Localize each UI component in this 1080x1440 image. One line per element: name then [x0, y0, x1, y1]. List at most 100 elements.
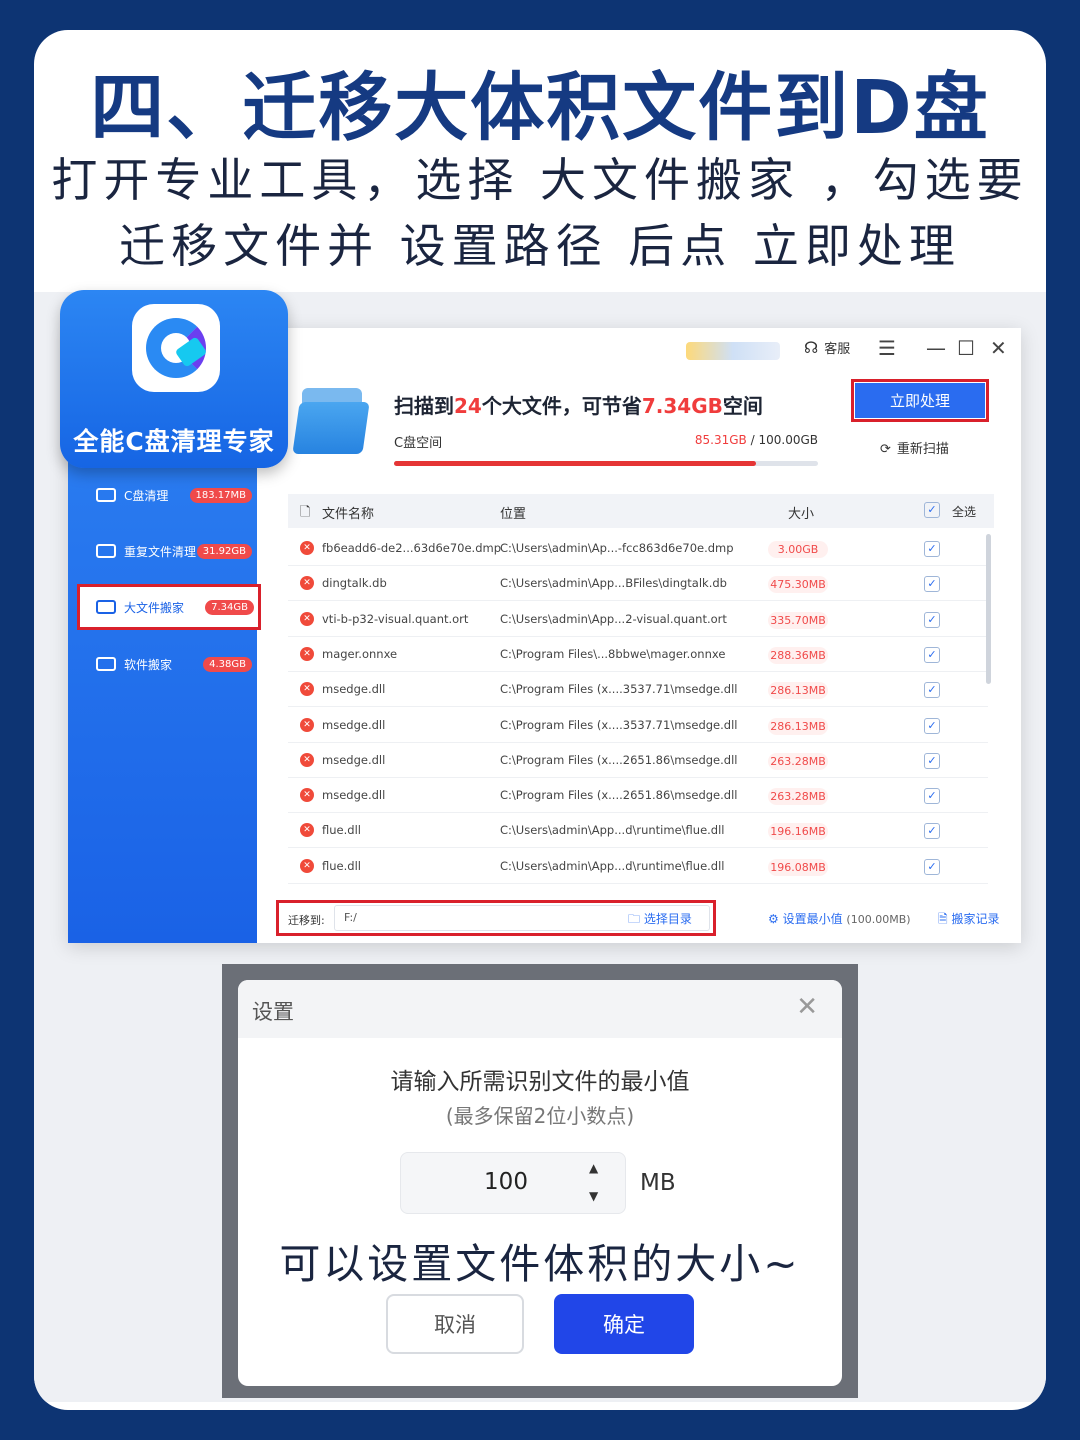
- file-location: C:\Program Files\...8bbwe\mager.onnxe: [500, 646, 726, 661]
- row-checkbox[interactable]: ✓: [924, 752, 940, 769]
- table-scrollbar[interactable]: [986, 534, 991, 684]
- c-disk-label: C盘空间: [394, 436, 443, 451]
- remove-icon[interactable]: ✕: [300, 541, 314, 555]
- close-icon[interactable]: ✕: [990, 336, 1007, 360]
- customer-service-button[interactable]: ☊ 客服: [804, 338, 850, 357]
- record-icon: 🗎: [938, 912, 952, 926]
- file-location: C:\Program Files (x....3537.71\msedge.dl…: [500, 717, 738, 732]
- file-size: 3.00GB: [768, 541, 828, 558]
- row-checkbox[interactable]: ✓: [924, 576, 940, 593]
- remove-icon[interactable]: ✕: [300, 717, 314, 732]
- table-row[interactable]: ✕ flue.dll C:\Users\admin\App...d\runtime\…: [288, 813, 988, 849]
- disk-icon: [96, 488, 116, 502]
- file-location: C:\Program Files (x....3537.71\msedge.dl…: [500, 682, 738, 697]
- sidebar-item-duplicates[interactable]: 重复文件清理 31.92GB: [92, 536, 256, 566]
- file-name: msedge.dll: [322, 752, 386, 767]
- file-name: flue.dll: [322, 823, 361, 838]
- sidebar-badge: 183.17MB: [189, 487, 252, 503]
- table-row[interactable]: ✕ msedge.dll C:\Program Files (x....3537.7…: [288, 672, 988, 708]
- file-location: C:\Users\admin\Ap...-fcc863d6e70e.dmp: [500, 541, 734, 555]
- table-row[interactable]: ✕ msedge.dll C:\Program Files (x....2651.8…: [288, 778, 988, 814]
- dialog-question: 请输入所需识别文件的最小值: [390, 1069, 690, 1095]
- table-row[interactable]: ✕ msedge.dll C:\Program Files (x....2651.8…: [288, 743, 988, 778]
- file-name: mager.onnxe: [322, 646, 398, 661]
- rescan-button[interactable]: ⟳ 重新扫描: [880, 438, 949, 457]
- file-name: msedge.dll: [322, 682, 386, 697]
- dialog-hint: (最多保留2位小数点): [445, 1104, 635, 1128]
- remove-icon[interactable]: ✕: [300, 611, 314, 626]
- dialog-caption: 可以设置文件体积的大小~: [279, 1240, 801, 1288]
- row-checkbox[interactable]: ✓: [924, 682, 940, 699]
- sidebar-badge: 4.38GB: [203, 656, 252, 672]
- confirm-button[interactable]: 确定: [554, 1294, 694, 1354]
- duplicate-icon: [96, 544, 116, 558]
- col-name: 文件名称: [322, 507, 375, 522]
- select-all-label: 全选: [952, 505, 977, 519]
- file-location: C:\Program Files (x....2651.86\msedge.dl…: [500, 788, 738, 803]
- file-name: dingtalk.db: [322, 576, 387, 591]
- row-checkbox[interactable]: ✓: [924, 717, 940, 734]
- blurred-user-info: [686, 342, 780, 360]
- file-size: 335.70MB: [768, 611, 828, 629]
- table-row[interactable]: ✕ vti-b-p32-visual.quant.ort C:\Users\admi…: [288, 602, 988, 637]
- scan-summary: 扫描到24个大文件，可节省7.34GB空间: [394, 394, 763, 418]
- min-value-display: (100.00MB): [846, 913, 911, 926]
- table-row[interactable]: ✕ msedge.dll C:\Program Files (x....3537.7…: [288, 708, 988, 743]
- menu-icon[interactable]: ☰: [878, 336, 896, 360]
- file-size: 263.28MB: [768, 788, 828, 806]
- subtitle-line-1: 打开专业工具，选择 大文件搬家 ，勾选要: [51, 153, 1029, 207]
- set-min-value-button[interactable]: ⚙ 设置最小值 (100.00MB): [768, 910, 911, 927]
- move-record-button[interactable]: 🗎 搬家记录: [938, 910, 999, 931]
- remove-icon[interactable]: ✕: [300, 752, 314, 767]
- row-checkbox[interactable]: ✓: [924, 788, 940, 805]
- app-logo-tile: 全能C盘清理专家: [60, 290, 288, 468]
- subtitle-line-2: 迁移文件并 设置路径 后点 立即处理: [119, 219, 961, 273]
- file-location: C:\Users\admin\App...2-visual.quant.ort: [500, 611, 727, 626]
- app-name: 全能C盘清理专家: [73, 427, 275, 456]
- sidebar-item-software-move[interactable]: 软件搬家 4.38GB: [92, 649, 256, 679]
- file-location: C:\Users\admin\App...BFiles\dingtalk.db: [500, 576, 727, 591]
- maximize-icon[interactable]: ☐: [957, 336, 975, 360]
- remove-icon[interactable]: ✕: [300, 682, 314, 697]
- row-checkbox[interactable]: ✓: [924, 646, 940, 663]
- remove-icon[interactable]: ✕: [300, 646, 314, 661]
- file-size: 263.28MB: [768, 752, 828, 770]
- file-name: vti-b-p32-visual.quant.ort: [322, 611, 469, 626]
- highlight-frame-sidebar: [77, 584, 261, 630]
- table-header: 🗋 文件名称 位置 大小 ✓ 全选: [288, 494, 994, 528]
- dialog-title: 设置: [252, 1000, 294, 1024]
- decrement-icon[interactable]: ▼: [589, 1189, 598, 1203]
- settings-dialog: 设置 ✕ 请输入所需识别文件的最小值 (最多保留2位小数点) 100 ▲ ▼ M…: [238, 980, 842, 1386]
- row-checkbox[interactable]: ✓: [924, 611, 940, 628]
- file-name: msedge.dll: [322, 788, 386, 803]
- remove-icon[interactable]: ✕: [300, 823, 314, 838]
- min-size-stepper[interactable]: 100 ▲ ▼: [400, 1152, 626, 1214]
- row-checkbox[interactable]: ✓: [924, 823, 940, 840]
- increment-icon[interactable]: ▲: [589, 1161, 598, 1175]
- table-row[interactable]: ✕ fb6eadd6-de2...63d6e70e.dmp C:\Users\adm…: [288, 531, 988, 566]
- refresh-icon: ⟳: [880, 442, 891, 457]
- row-checkbox[interactable]: ✓: [924, 541, 940, 557]
- table-row[interactable]: ✕ dingtalk.db C:\Users\admin\App...BFiles\…: [288, 566, 988, 602]
- table-row[interactable]: ✕ flue.dll C:\Users\admin\App...d\runtime\…: [288, 849, 988, 884]
- highlight-frame-path: [276, 900, 716, 936]
- minimize-icon[interactable]: —: [926, 336, 946, 360]
- file-location: C:\Program Files (x....2651.86\msedge.dl…: [500, 752, 738, 767]
- remove-icon[interactable]: ✕: [300, 858, 314, 873]
- table-row[interactable]: ✕ mager.onnxe C:\Program Files\...8bbwe\ma…: [288, 637, 988, 672]
- dialog-close-icon[interactable]: ✕: [796, 992, 818, 1022]
- select-all-checkbox[interactable]: ✓: [924, 502, 940, 518]
- min-size-value[interactable]: 100: [401, 1169, 611, 1195]
- settings-icon: ⚙: [768, 912, 783, 926]
- sidebar-badge: 31.92GB: [196, 543, 252, 559]
- remove-icon[interactable]: ✕: [300, 788, 314, 803]
- file-size: 288.36MB: [768, 646, 828, 664]
- cancel-button[interactable]: 取消: [386, 1294, 524, 1354]
- sidebar-item-c-clean[interactable]: C盘清理 183.17MB: [92, 480, 256, 510]
- file-location: C:\Users\admin\App...d\runtime\flue.dll: [500, 858, 725, 873]
- remove-icon[interactable]: ✕: [300, 576, 314, 591]
- file-icon: 🗋: [300, 505, 311, 520]
- app-logo-icon: [132, 304, 220, 392]
- col-size: 大小: [788, 507, 815, 522]
- row-checkbox[interactable]: ✓: [924, 858, 940, 875]
